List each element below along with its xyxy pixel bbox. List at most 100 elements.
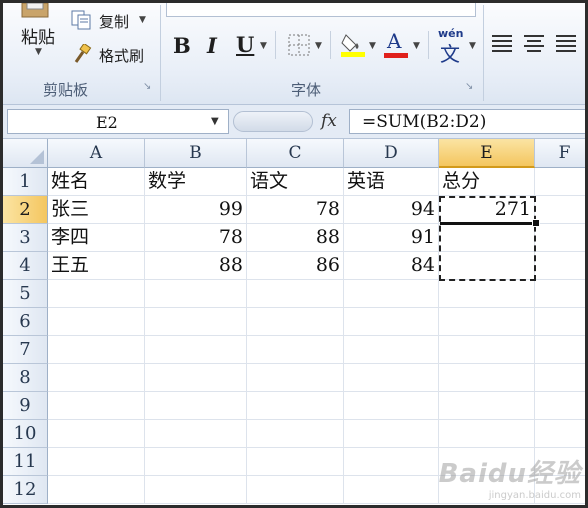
format-painter-button[interactable]: 格式刷 [71, 43, 157, 67]
cell-e7[interactable] [439, 336, 535, 364]
fill-color-icon[interactable] [340, 31, 366, 57]
column-header-a[interactable]: A [48, 139, 145, 168]
cell-d2[interactable]: 94 [344, 196, 439, 224]
cell-b7[interactable] [145, 336, 247, 364]
cell-f8[interactable] [535, 364, 585, 392]
chevron-down-icon[interactable]: ▼ [211, 116, 219, 127]
select-all-button[interactable] [3, 139, 48, 168]
borders-icon[interactable] [288, 34, 310, 56]
cell-b5[interactable] [145, 280, 247, 308]
cell-c3[interactable]: 88 [247, 224, 344, 252]
cell-e5[interactable] [439, 280, 535, 308]
formula-input[interactable]: =SUM(B2:D2) [349, 109, 585, 134]
cell-d10[interactable] [344, 420, 439, 448]
cell-b11[interactable] [145, 448, 247, 476]
chevron-down-icon[interactable]: ▼ [413, 41, 420, 51]
underline-button[interactable]: U [236, 32, 254, 57]
insert-function-icon[interactable]: fx [321, 111, 337, 131]
chevron-down-icon[interactable]: ▼ [469, 41, 476, 51]
fill-handle[interactable] [532, 219, 540, 227]
cell-a11[interactable] [48, 448, 145, 476]
copy-button[interactable]: 复制 ▼ [71, 9, 151, 33]
cell-f10[interactable] [535, 420, 585, 448]
cell-b1[interactable]: 数学 [145, 168, 247, 196]
cell-f7[interactable] [535, 336, 585, 364]
row-header-7[interactable]: 7 [3, 336, 48, 364]
column-header-d[interactable]: D [344, 139, 439, 168]
cell-e9[interactable] [439, 392, 535, 420]
cell-a6[interactable] [48, 308, 145, 336]
cell-a8[interactable] [48, 364, 145, 392]
column-header-f[interactable]: F [535, 139, 585, 168]
cell-d5[interactable] [344, 280, 439, 308]
cell-e3[interactable] [439, 224, 535, 252]
cell-a7[interactable] [48, 336, 145, 364]
row-header-12[interactable]: 12 [3, 476, 48, 504]
cell-d4[interactable]: 84 [344, 252, 439, 280]
name-box[interactable]: E2 ▼ [7, 109, 229, 134]
paste-button[interactable]: 粘贴 ▼ [9, 3, 61, 75]
cell-a3[interactable]: 李四 [48, 224, 145, 252]
cell-e10[interactable] [439, 420, 535, 448]
phonetic-guide-button[interactable]: wén 文 [436, 27, 466, 66]
cell-a5[interactable] [48, 280, 145, 308]
row-header-10[interactable]: 10 [3, 420, 48, 448]
cell-c2[interactable]: 78 [247, 196, 344, 224]
cell-a9[interactable] [48, 392, 145, 420]
cell-b2[interactable]: 99 [145, 196, 247, 224]
cell-e8[interactable] [439, 364, 535, 392]
bold-button[interactable]: B [173, 33, 191, 58]
cell-b10[interactable] [145, 420, 247, 448]
formula-bar-splitter[interactable] [233, 111, 313, 132]
cell-a10[interactable] [48, 420, 145, 448]
cell-c6[interactable] [247, 308, 344, 336]
cell-f5[interactable] [535, 280, 585, 308]
cell-c8[interactable] [247, 364, 344, 392]
cell-e6[interactable] [439, 308, 535, 336]
cell-f3[interactable] [535, 224, 585, 252]
cell-c5[interactable] [247, 280, 344, 308]
row-header-6[interactable]: 6 [3, 308, 48, 336]
cell-c7[interactable] [247, 336, 344, 364]
chevron-down-icon[interactable]: ▼ [315, 41, 322, 51]
cell-f6[interactable] [535, 308, 585, 336]
column-header-b[interactable]: B [145, 139, 247, 168]
column-header-e[interactable]: E [439, 139, 535, 168]
row-header-4[interactable]: 4 [3, 252, 48, 280]
cell-c4[interactable]: 86 [247, 252, 344, 280]
cell-d7[interactable] [344, 336, 439, 364]
cell-f1[interactable] [535, 168, 585, 196]
cell-c11[interactable] [247, 448, 344, 476]
cell-c12[interactable] [247, 476, 344, 504]
cell-a12[interactable] [48, 476, 145, 504]
cell-e2[interactable]: 271 [439, 196, 535, 224]
cell-b8[interactable] [145, 364, 247, 392]
cell-d11[interactable] [344, 448, 439, 476]
cell-d6[interactable] [344, 308, 439, 336]
cell-a1[interactable]: 姓名 [48, 168, 145, 196]
chevron-down-icon[interactable]: ▼ [260, 41, 267, 51]
cell-d3[interactable]: 91 [344, 224, 439, 252]
cell-c1[interactable]: 语文 [247, 168, 344, 196]
cell-c10[interactable] [247, 420, 344, 448]
row-header-9[interactable]: 9 [3, 392, 48, 420]
cell-a2[interactable]: 张三 [48, 196, 145, 224]
cell-f4[interactable] [535, 252, 585, 280]
dialog-launcher-icon[interactable]: ↘ [143, 81, 151, 92]
font-name-box[interactable] [166, 3, 476, 17]
cell-b3[interactable]: 78 [145, 224, 247, 252]
font-color-button[interactable]: A [383, 29, 409, 59]
cell-b4[interactable]: 88 [145, 252, 247, 280]
cell-d1[interactable]: 英语 [344, 168, 439, 196]
row-header-5[interactable]: 5 [3, 280, 48, 308]
cell-b12[interactable] [145, 476, 247, 504]
row-header-3[interactable]: 3 [3, 224, 48, 252]
row-header-8[interactable]: 8 [3, 364, 48, 392]
column-header-c[interactable]: C [247, 139, 344, 168]
dialog-launcher-icon[interactable]: ↘ [465, 81, 473, 92]
cell-f2[interactable] [535, 196, 585, 224]
cell-a4[interactable]: 王五 [48, 252, 145, 280]
align-top-icon[interactable] [490, 33, 514, 55]
row-header-1[interactable]: 1 [3, 168, 48, 196]
cell-f9[interactable] [535, 392, 585, 420]
